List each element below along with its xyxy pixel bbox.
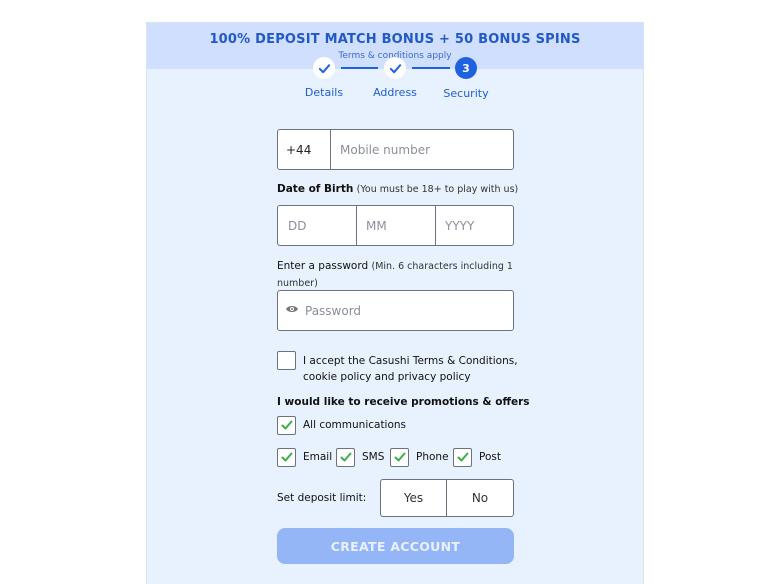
- terms-text-line: I accept the Casushi Terms & Conditions,: [303, 355, 518, 367]
- phone-field: +44 Mobile number: [277, 129, 514, 170]
- step-address-circle[interactable]: [384, 57, 406, 79]
- deposit-limit-no-button[interactable]: No: [446, 479, 514, 517]
- check-icon: [389, 63, 401, 73]
- terms-text-line: cookie policy and privacy policy: [303, 371, 471, 383]
- promotions-heading: I would like to receive promotions & off…: [277, 396, 530, 408]
- dob-label-row: Date of Birth (You must be 18+ to play w…: [277, 183, 518, 195]
- password-label-row: Enter a password (Min. 6 characters incl…: [277, 258, 517, 292]
- step-label-address: Address: [373, 86, 417, 99]
- dob-field: DD MM YYYY: [277, 205, 514, 246]
- post-checkbox[interactable]: [453, 448, 472, 467]
- password-label: Enter a password: [277, 260, 369, 272]
- dob-label: Date of Birth: [277, 183, 354, 195]
- dob-day-input[interactable]: DD: [288, 219, 306, 233]
- step-number: 3: [462, 61, 470, 75]
- check-icon: [318, 63, 330, 73]
- dob-month-input[interactable]: MM: [366, 219, 387, 233]
- password-field: Password: [277, 290, 514, 331]
- step-label-details: Details: [304, 86, 344, 99]
- password-input[interactable]: Password: [305, 304, 361, 318]
- step-details-circle[interactable]: [313, 57, 335, 79]
- sms-checkbox[interactable]: [336, 448, 355, 467]
- all-communications-checkbox[interactable]: [277, 416, 296, 435]
- dob-divider: [356, 206, 357, 245]
- all-communications-label: All communications: [303, 419, 407, 431]
- phone-checkbox[interactable]: [390, 448, 409, 467]
- deposit-limit-label: Set deposit limit:: [277, 492, 367, 504]
- deposit-limit-yes-button[interactable]: Yes: [380, 479, 447, 517]
- dob-divider: [435, 206, 436, 245]
- step-label-security: Security: [443, 87, 489, 100]
- email-label: Email: [303, 451, 333, 463]
- terms-checkbox[interactable]: [277, 351, 296, 370]
- email-checkbox[interactable]: [277, 448, 296, 467]
- check-icon: [457, 452, 469, 462]
- phone-label: Phone: [416, 451, 449, 463]
- step-connector: [412, 67, 450, 69]
- banner-title: 100% DEPOSIT MATCH BONUS + 50 BONUS SPIN…: [209, 32, 581, 47]
- phone-divider: [330, 130, 331, 169]
- mobile-number-input[interactable]: Mobile number: [340, 143, 430, 157]
- terms-text: I accept the Casushi Terms & Conditions,…: [303, 353, 518, 385]
- sms-label: SMS: [362, 451, 385, 463]
- post-label: Post: [479, 451, 501, 463]
- check-icon: [281, 452, 293, 462]
- create-account-button[interactable]: CREATE ACCOUNT: [277, 528, 514, 564]
- check-icon: [394, 452, 406, 462]
- eye-icon[interactable]: [285, 304, 299, 314]
- step-security-circle: 3: [455, 57, 477, 79]
- check-icon: [340, 452, 352, 462]
- phone-prefix[interactable]: +44: [286, 143, 311, 157]
- dob-note: (You must be 18+ to play with us): [356, 184, 519, 195]
- dob-year-input[interactable]: YYYY: [445, 219, 474, 233]
- step-connector: [341, 67, 378, 69]
- check-icon: [281, 420, 293, 430]
